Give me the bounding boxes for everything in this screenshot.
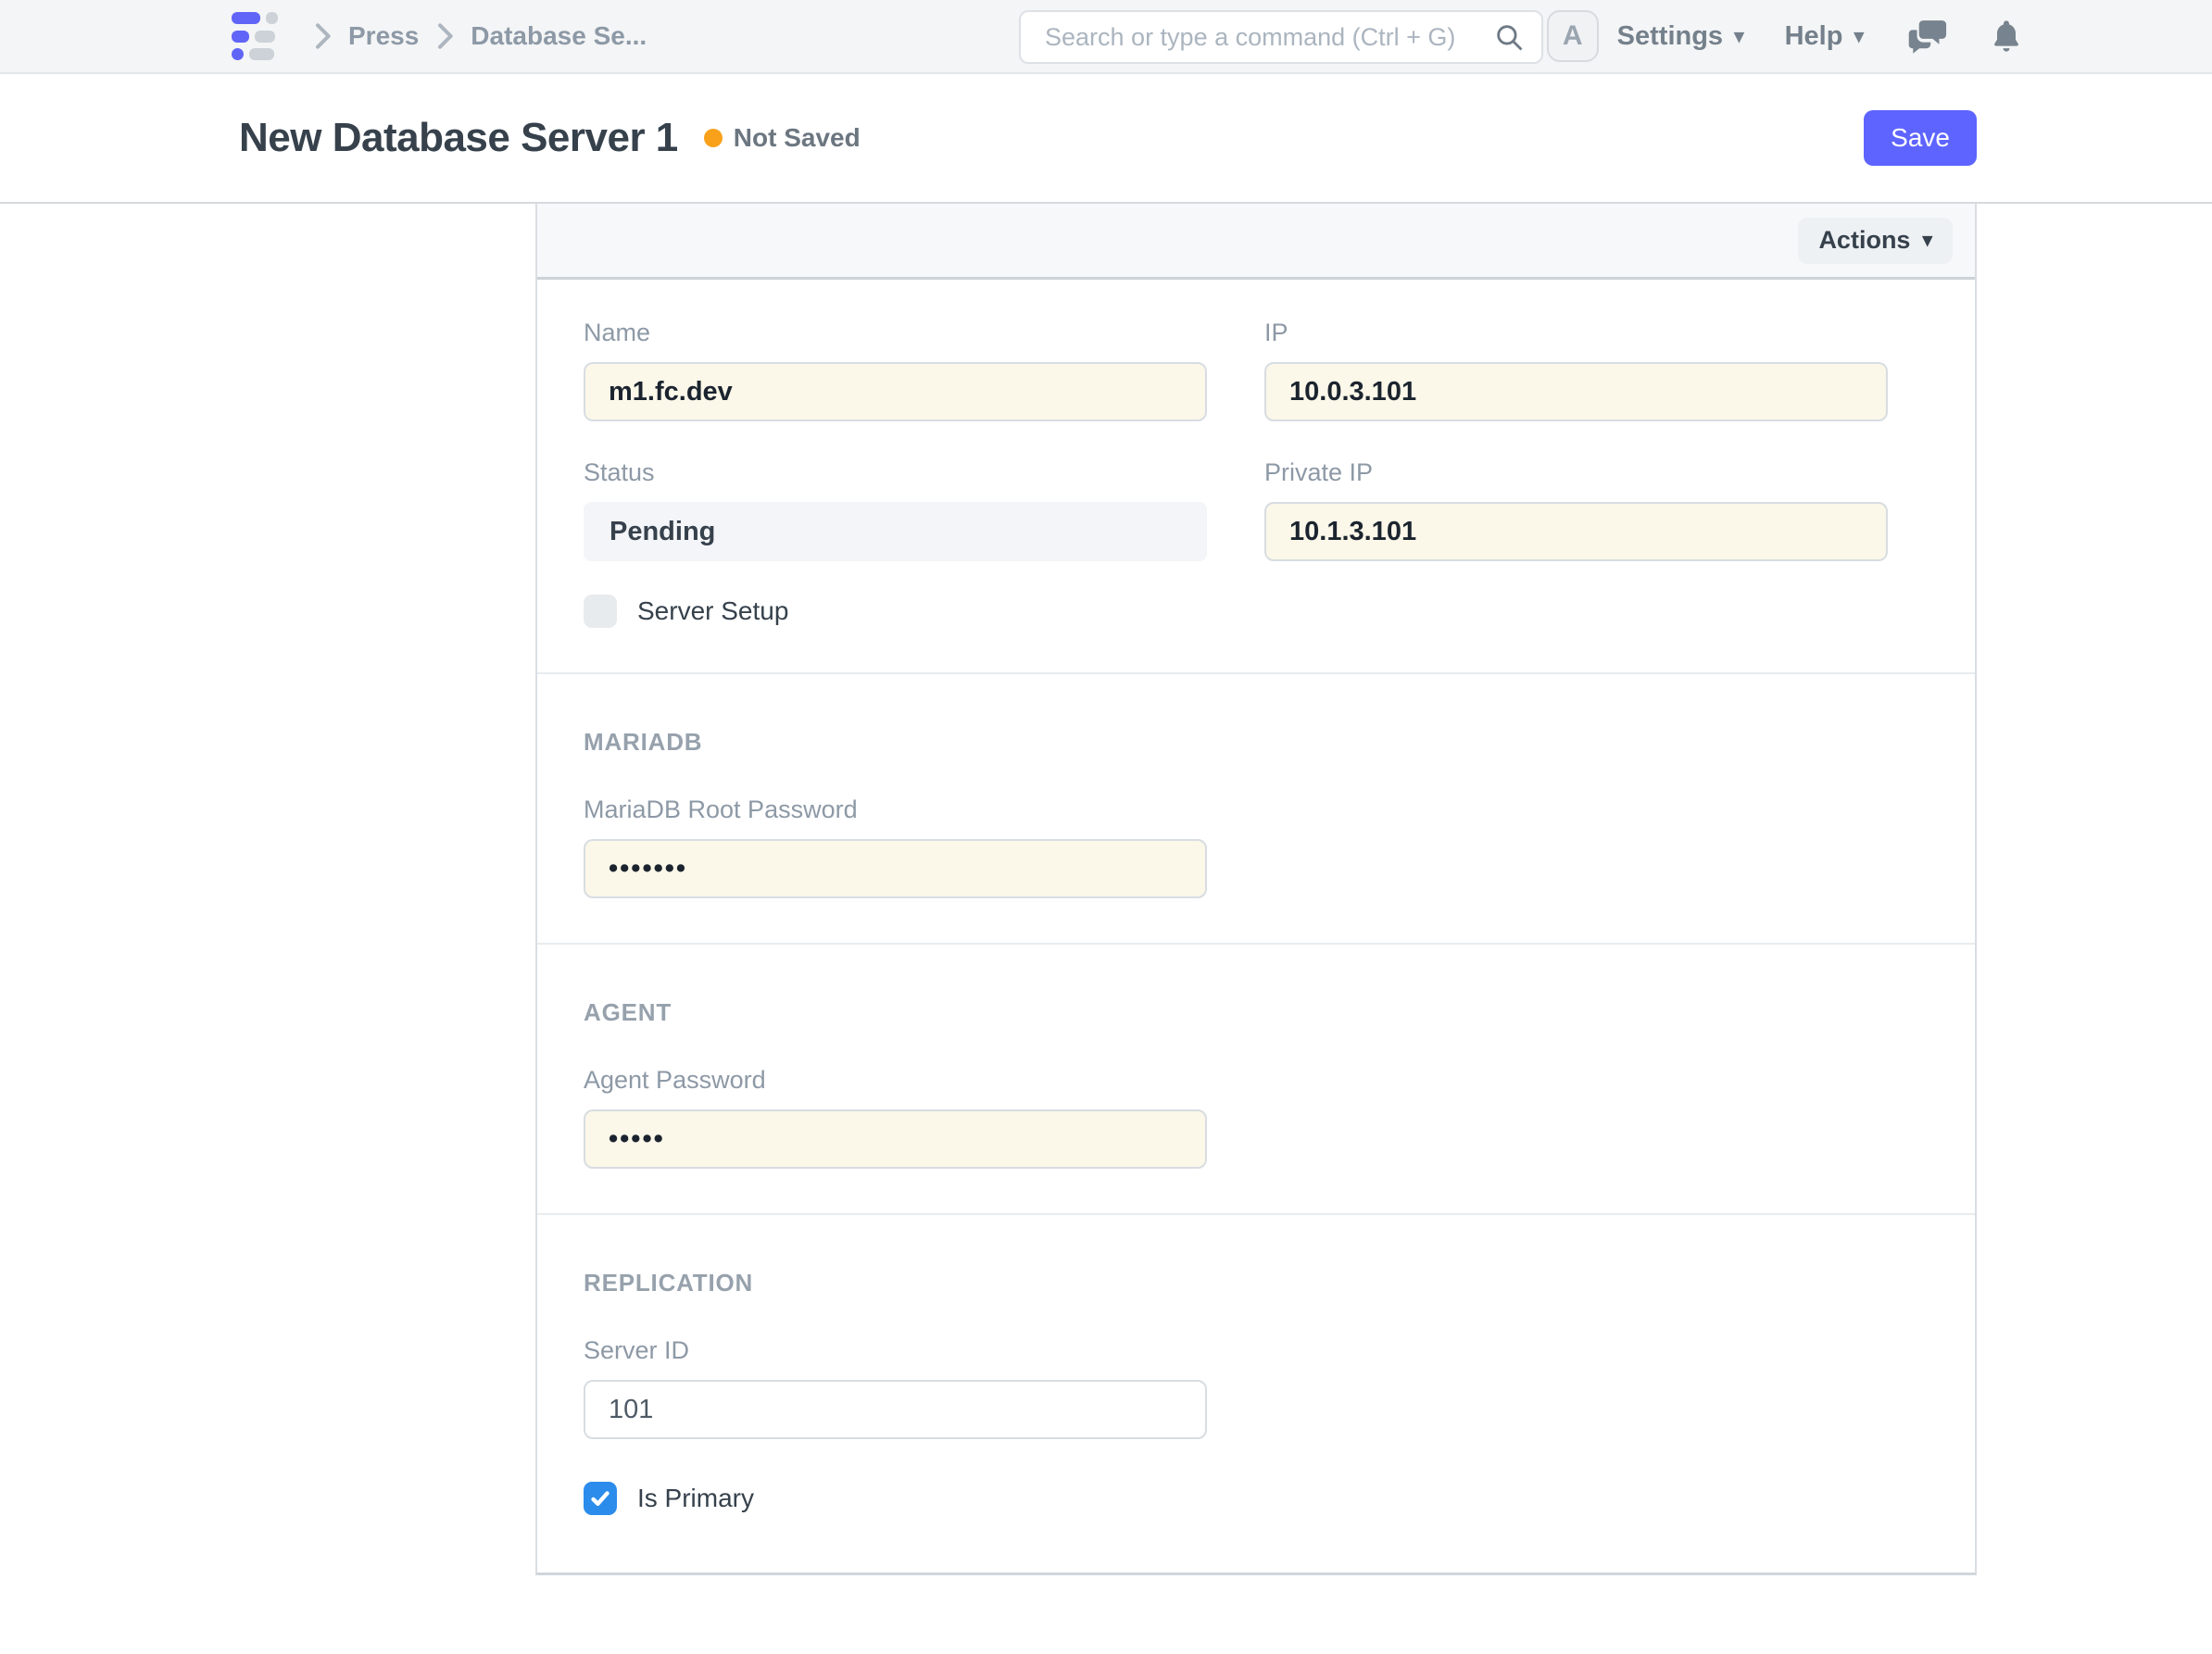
- ip-field: IP: [1264, 319, 1888, 421]
- page-head: New Database Server 1 Not Saved Save: [0, 74, 2212, 204]
- help-menu[interactable]: Help ▾: [1785, 21, 1864, 52]
- app-logo-icon[interactable]: [232, 12, 282, 60]
- server-setup-label: Server Setup: [637, 596, 788, 626]
- breadcrumb-item-press[interactable]: Press: [348, 21, 419, 51]
- chevron-right-icon: [435, 22, 454, 50]
- status-field: Status Pending: [584, 458, 1207, 561]
- server-id-field: Server ID: [584, 1336, 1207, 1439]
- bell-icon[interactable]: [1992, 19, 2021, 54]
- chat-icon[interactable]: [1908, 19, 1949, 54]
- mariadb-root-password-field: MariaDB Root Password: [584, 796, 1207, 898]
- search-icon: [1493, 21, 1525, 53]
- caret-down-icon: ▾: [1854, 27, 1864, 46]
- server-id-input[interactable]: [584, 1380, 1207, 1439]
- avatar[interactable]: A: [1547, 10, 1599, 62]
- private-ip-label: Private IP: [1264, 458, 1888, 487]
- section-heading-replication: REPLICATION: [584, 1269, 1888, 1297]
- navbar: Press Database Se... A Settings ▾ Help ▾: [0, 0, 2212, 74]
- page-title: New Database Server 1: [239, 115, 678, 161]
- name-label: Name: [584, 319, 1207, 347]
- status-indicator: Not Saved: [704, 123, 861, 153]
- global-search-input[interactable]: [1043, 22, 1493, 53]
- agent-password-field: Agent Password: [584, 1066, 1207, 1169]
- caret-down-icon: ▾: [1734, 27, 1744, 46]
- chevron-right-icon: [313, 22, 332, 50]
- mariadb-root-password-label: MariaDB Root Password: [584, 796, 1207, 824]
- settings-menu[interactable]: Settings ▾: [1617, 21, 1744, 52]
- checkmark-icon: [588, 1486, 612, 1510]
- section-heading-mariadb: MARIADB: [584, 728, 1888, 757]
- is-primary-label: Is Primary: [637, 1484, 754, 1513]
- server-setup-checkbox[interactable]: [584, 595, 617, 628]
- mariadb-root-password-input[interactable]: [584, 839, 1207, 898]
- actions-button-label: Actions: [1818, 226, 1910, 255]
- section-heading-agent: AGENT: [584, 998, 1888, 1027]
- status-value: Pending: [584, 502, 1207, 561]
- is-primary-checkbox[interactable]: [584, 1482, 617, 1515]
- section-mariadb: MARIADB MariaDB Root Password: [537, 674, 1975, 945]
- indicator-dot-icon: [704, 129, 723, 147]
- agent-password-label: Agent Password: [584, 1066, 1207, 1095]
- form-card: Actions ▾ Name IP Status Pending Private…: [535, 204, 1977, 1575]
- save-button[interactable]: Save: [1864, 110, 1977, 166]
- name-input[interactable]: [584, 362, 1207, 421]
- server-setup-row: Server Setup: [584, 595, 1888, 628]
- ip-label: IP: [1264, 319, 1888, 347]
- indicator-label: Not Saved: [734, 123, 861, 153]
- is-primary-row: Is Primary: [584, 1482, 1888, 1515]
- settings-menu-label: Settings: [1617, 21, 1723, 52]
- section-basic: Name IP Status Pending Private IP Server…: [537, 280, 1975, 674]
- caret-down-icon: ▾: [1922, 231, 1932, 250]
- navbar-right: A Settings ▾ Help ▾: [1547, 10, 2021, 62]
- global-search: [1019, 10, 1543, 64]
- status-label: Status: [584, 458, 1207, 487]
- name-field: Name: [584, 319, 1207, 421]
- section-agent: AGENT Agent Password: [537, 945, 1975, 1215]
- agent-password-input[interactable]: [584, 1109, 1207, 1169]
- ip-input[interactable]: [1264, 362, 1888, 421]
- actions-button[interactable]: Actions ▾: [1798, 218, 1953, 264]
- private-ip-field: Private IP: [1264, 458, 1888, 561]
- server-id-label: Server ID: [584, 1336, 1207, 1365]
- breadcrumb: Press Database Se...: [313, 21, 647, 51]
- section-replication: REPLICATION Server ID Is Primary: [537, 1215, 1975, 1573]
- breadcrumb-item-database-server[interactable]: Database Se...: [471, 21, 647, 51]
- help-menu-label: Help: [1785, 21, 1843, 52]
- form-toolbar: Actions ▾: [537, 204, 1975, 280]
- private-ip-input[interactable]: [1264, 502, 1888, 561]
